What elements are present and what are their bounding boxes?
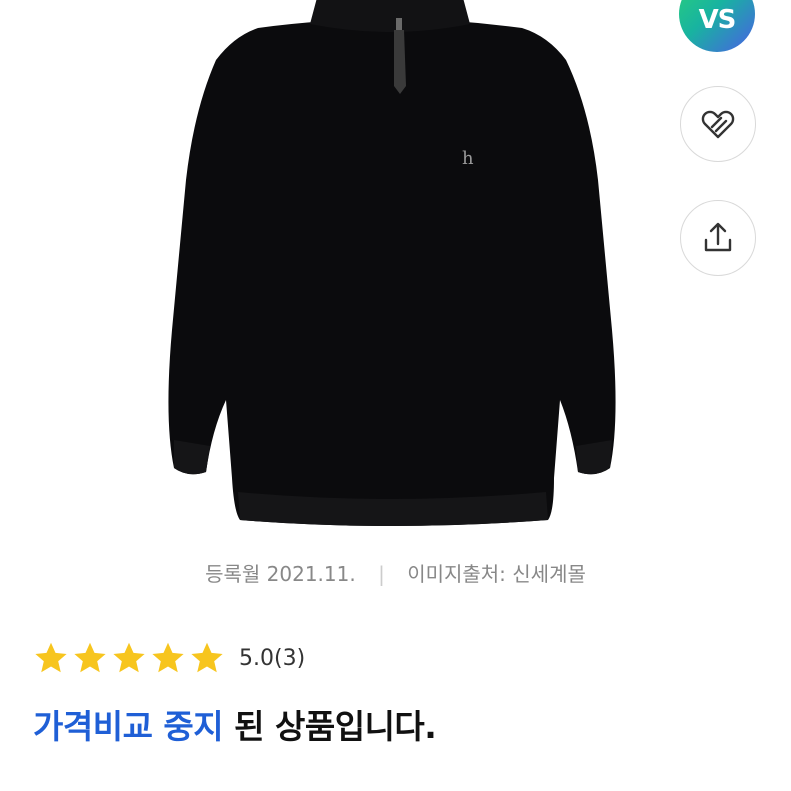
share-button[interactable]: [680, 200, 756, 276]
vs-compare-button[interactable]: VS: [679, 0, 755, 52]
product-image: h: [168, 0, 616, 526]
heart-tag-icon: [701, 110, 735, 139]
rating[interactable]: 5.0 (3): [33, 640, 305, 676]
review-count: (3): [274, 645, 306, 671]
status-message: 가격비교 중지 된 상품입니다.: [33, 700, 437, 748]
status-rest: 된 상품입니다.: [223, 707, 437, 746]
share-icon: [704, 222, 732, 252]
star-icon: [35, 642, 67, 673]
rating-stars: [33, 640, 225, 676]
image-meta: 등록월 2021.11. | 이미지출처: 신세계몰: [0, 558, 791, 587]
star-icon: [152, 642, 184, 673]
sweater-logo: h: [462, 148, 474, 169]
wishlist-button[interactable]: [680, 86, 756, 162]
status-highlight: 가격비교 중지: [33, 707, 224, 746]
vs-label: VS: [698, 5, 737, 35]
star-icon: [113, 642, 145, 673]
registered-date: 등록월 2021.11.: [205, 562, 356, 586]
meta-divider: |: [378, 562, 385, 586]
star-icon: [74, 642, 106, 673]
image-source: 이미지출처: 신세계몰: [407, 562, 586, 586]
rating-score: 5.0: [239, 645, 274, 671]
star-icon: [191, 642, 223, 673]
